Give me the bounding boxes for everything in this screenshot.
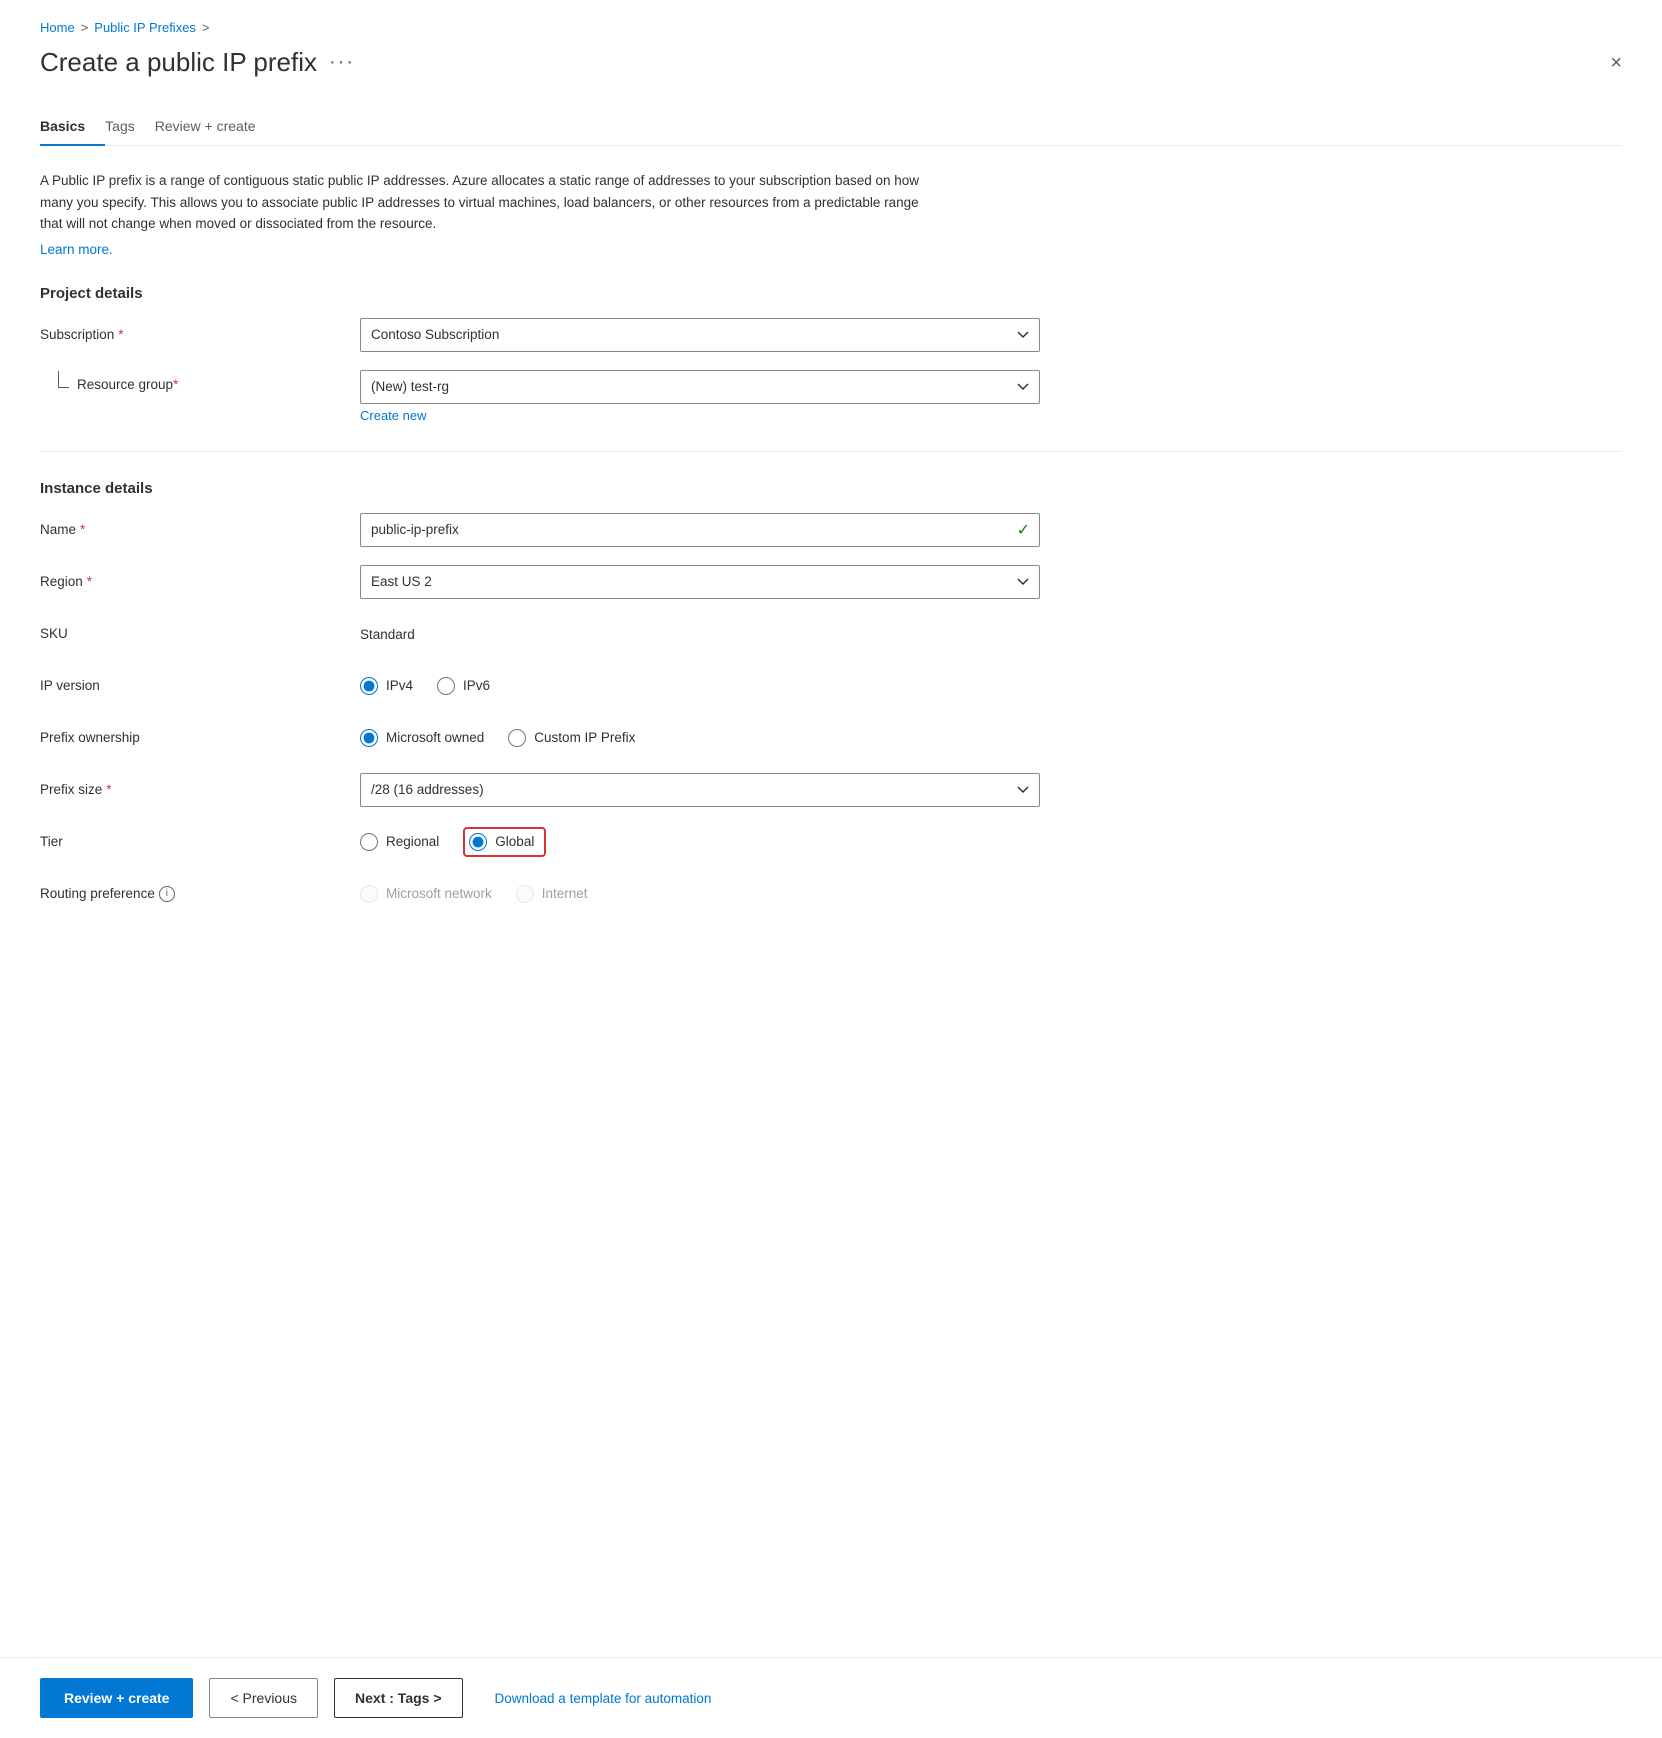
tier-global-option[interactable]: Global (469, 833, 534, 851)
page-title: Create a public IP prefix (40, 47, 317, 78)
name-row: Name * ✓ (40, 513, 1622, 547)
prefix-ownership-label: Prefix ownership (40, 730, 360, 745)
microsoft-network-option[interactable]: Microsoft network (360, 885, 492, 903)
previous-button[interactable]: < Previous (209, 1678, 318, 1718)
tier-control: Regional Global (360, 827, 1040, 857)
tier-global-radio[interactable] (469, 833, 487, 851)
ip-version-row: IP version IPv4 IPv6 (40, 669, 1622, 703)
name-required-star: * (80, 522, 85, 537)
ip-version-radio-group: IPv4 IPv6 (360, 677, 1040, 695)
download-template-link[interactable]: Download a template for automation (495, 1691, 712, 1706)
learn-more-link[interactable]: Learn more. (40, 242, 113, 257)
name-valid-icon: ✓ (1017, 520, 1030, 540)
tier-row: Tier Regional Global (40, 825, 1622, 859)
prefix-size-required-star: * (106, 782, 111, 797)
ip-version-label: IP version (40, 678, 360, 693)
routing-preference-radio-group: Microsoft network Internet (360, 885, 1040, 903)
routing-preference-row: Routing preference i Microsoft network I… (40, 877, 1622, 911)
routing-preference-label: Routing preference i (40, 886, 360, 902)
ipv6-option[interactable]: IPv6 (437, 677, 490, 695)
custom-ip-prefix-radio[interactable] (508, 729, 526, 747)
routing-preference-info-icon[interactable]: i (159, 886, 175, 902)
resource-group-control: (New) test-rg Create new (360, 370, 1040, 423)
sku-label: SKU (40, 626, 360, 641)
microsoft-owned-radio[interactable] (360, 729, 378, 747)
prefix-ownership-radio-group: Microsoft owned Custom IP Prefix (360, 729, 1040, 747)
tab-tags[interactable]: Tags (105, 108, 155, 146)
review-create-button[interactable]: Review + create (40, 1678, 193, 1718)
tab-basics[interactable]: Basics (40, 108, 105, 146)
routing-preference-control: Microsoft network Internet (360, 885, 1040, 903)
breadcrumb-home[interactable]: Home (40, 20, 75, 35)
internet-radio[interactable] (516, 885, 534, 903)
subscription-select[interactable]: Contoso Subscription (360, 318, 1040, 352)
prefix-ownership-row: Prefix ownership Microsoft owned Custom … (40, 721, 1622, 755)
description-text: A Public IP prefix is a range of contigu… (40, 170, 940, 235)
ip-version-control: IPv4 IPv6 (360, 677, 1040, 695)
tier-regional-option[interactable]: Regional (360, 833, 439, 851)
tier-label: Tier (40, 834, 360, 849)
resource-group-select[interactable]: (New) test-rg (360, 370, 1040, 404)
breadcrumb-prefixes[interactable]: Public IP Prefixes (94, 20, 196, 35)
subscription-required-star: * (118, 327, 123, 342)
name-label: Name * (40, 522, 360, 537)
custom-ip-prefix-option[interactable]: Custom IP Prefix (508, 729, 635, 747)
resource-group-row: Resource group * (New) test-rg Create ne… (40, 370, 1622, 423)
prefix-size-select[interactable]: /28 (16 addresses) (360, 773, 1040, 807)
name-input[interactable] (360, 513, 1040, 547)
prefix-size-control: /28 (16 addresses) (360, 773, 1040, 807)
create-new-link[interactable]: Create new (360, 408, 1040, 423)
ipv6-radio[interactable] (437, 677, 455, 695)
breadcrumb-sep2: > (202, 20, 210, 35)
subscription-label: Subscription * (40, 327, 360, 342)
resource-group-required-star: * (173, 377, 178, 392)
region-select[interactable]: East US 2 (360, 565, 1040, 599)
ellipsis-button[interactable]: ··· (329, 51, 355, 74)
microsoft-owned-option[interactable]: Microsoft owned (360, 729, 484, 747)
region-required-star: * (87, 574, 92, 589)
footer-bar: Review + create < Previous Next : Tags >… (0, 1657, 1662, 1738)
sku-value: Standard (360, 627, 415, 642)
resource-group-label: Resource group * (40, 370, 360, 392)
close-button[interactable]: × (1610, 53, 1622, 73)
subscription-control: Contoso Subscription (360, 318, 1040, 352)
microsoft-network-radio[interactable] (360, 885, 378, 903)
prefix-size-label: Prefix size * (40, 782, 360, 797)
prefix-size-row: Prefix size * /28 (16 addresses) (40, 773, 1622, 807)
project-details-title: Project details (40, 285, 1622, 302)
internet-option[interactable]: Internet (516, 885, 588, 903)
breadcrumb-sep1: > (81, 20, 89, 35)
sku-row: SKU Standard (40, 617, 1622, 651)
region-label: Region * (40, 574, 360, 589)
prefix-ownership-control: Microsoft owned Custom IP Prefix (360, 729, 1040, 747)
region-row: Region * East US 2 (40, 565, 1622, 599)
name-control: ✓ (360, 513, 1040, 547)
instance-details-title: Instance details (40, 480, 1622, 497)
tab-review-create[interactable]: Review + create (155, 108, 276, 146)
tier-regional-radio[interactable] (360, 833, 378, 851)
region-control: East US 2 (360, 565, 1040, 599)
tier-radio-group: Regional Global (360, 827, 1040, 857)
subscription-row: Subscription * Contoso Subscription (40, 318, 1622, 352)
tier-global-highlight: Global (463, 827, 546, 857)
sku-control: Standard (360, 626, 1040, 642)
ipv4-radio[interactable] (360, 677, 378, 695)
ipv4-option[interactable]: IPv4 (360, 677, 413, 695)
next-button[interactable]: Next : Tags > (334, 1678, 463, 1718)
tab-bar: Basics Tags Review + create (40, 108, 1622, 146)
breadcrumb: Home > Public IP Prefixes > (40, 20, 1622, 35)
page-header: Create a public IP prefix ··· × (40, 47, 1622, 78)
